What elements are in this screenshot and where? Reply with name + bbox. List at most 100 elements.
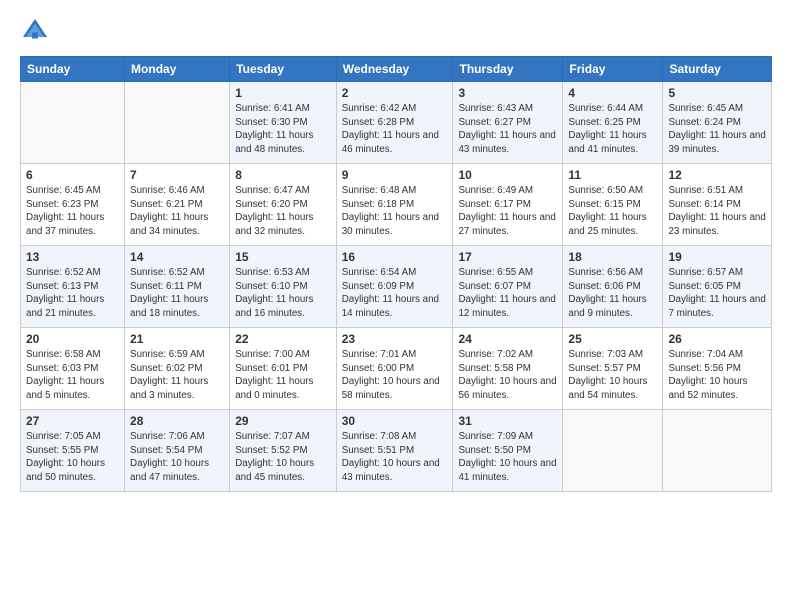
day-info: Sunrise: 6:59 AM Sunset: 6:02 PM Dayligh…	[130, 348, 224, 403]
logo	[20, 16, 54, 46]
day-info: Sunrise: 6:52 AM Sunset: 6:11 PM Dayligh…	[130, 266, 224, 321]
day-number: 8	[235, 168, 331, 182]
day-number: 23	[342, 332, 448, 346]
calendar-cell: 28 Sunrise: 7:06 AM Sunset: 5:54 PM Dayli…	[125, 410, 230, 492]
weekday-header-tuesday: Tuesday	[230, 57, 337, 82]
calendar-cell: 30 Sunrise: 7:08 AM Sunset: 5:51 PM Dayli…	[336, 410, 453, 492]
day-number: 22	[235, 332, 331, 346]
calendar-cell: 31 Sunrise: 7:09 AM Sunset: 5:50 PM Dayli…	[453, 410, 563, 492]
day-info: Sunrise: 6:44 AM Sunset: 6:25 PM Dayligh…	[568, 102, 657, 157]
day-info: Sunrise: 7:09 AM Sunset: 5:50 PM Dayligh…	[458, 430, 557, 485]
day-number: 13	[26, 250, 119, 264]
weekday-header-thursday: Thursday	[453, 57, 563, 82]
day-info: Sunrise: 6:49 AM Sunset: 6:17 PM Dayligh…	[458, 184, 557, 239]
day-number: 29	[235, 414, 331, 428]
calendar-cell	[663, 410, 772, 492]
calendar-cell	[21, 82, 125, 164]
calendar-cell: 11Sunrise: 6:50 AM Sunset: 6:15 PM Dayli…	[563, 164, 663, 246]
calendar-cell	[125, 82, 230, 164]
header-row: SundayMondayTuesdayWednesdayThursdayFrid…	[21, 57, 772, 82]
calendar-cell: 5 Sunrise: 6:45 AM Sunset: 6:24 PM Daylig…	[663, 82, 772, 164]
weekday-header-sunday: Sunday	[21, 57, 125, 82]
day-number: 18	[568, 250, 657, 264]
day-number: 11	[568, 168, 657, 182]
day-number: 19	[668, 250, 766, 264]
day-info: Sunrise: 6:57 AM Sunset: 6:05 PM Dayligh…	[668, 266, 766, 321]
day-number: 16	[342, 250, 448, 264]
calendar-cell: 24 Sunrise: 7:02 AM Sunset: 5:58 PM Dayli…	[453, 328, 563, 410]
day-info: Sunrise: 6:51 AM Sunset: 6:14 PM Dayligh…	[668, 184, 766, 239]
weekday-header-friday: Friday	[563, 57, 663, 82]
week-row-1: 1Sunrise: 6:41 AM Sunset: 6:30 PM Daylig…	[21, 82, 772, 164]
day-info: Sunrise: 6:52 AM Sunset: 6:13 PM Dayligh…	[26, 266, 119, 321]
calendar-cell	[563, 410, 663, 492]
day-info: Sunrise: 7:04 AM Sunset: 5:56 PM Dayligh…	[668, 348, 766, 403]
day-number: 9	[342, 168, 448, 182]
day-number: 3	[458, 86, 557, 100]
week-row-4: 20 Sunrise: 6:58 AM Sunset: 6:03 PM Dayli…	[21, 328, 772, 410]
day-info: Sunrise: 6:55 AM Sunset: 6:07 PM Dayligh…	[458, 266, 557, 321]
calendar-cell: 27 Sunrise: 7:05 AM Sunset: 5:55 PM Dayli…	[21, 410, 125, 492]
calendar-cell: 3 Sunrise: 6:43 AM Sunset: 6:27 PM Daylig…	[453, 82, 563, 164]
calendar-cell: 23 Sunrise: 7:01 AM Sunset: 6:00 PM Dayli…	[336, 328, 453, 410]
day-number: 10	[458, 168, 557, 182]
weekday-header-wednesday: Wednesday	[336, 57, 453, 82]
day-number: 4	[568, 86, 657, 100]
calendar-cell: 18Sunrise: 6:56 AM Sunset: 6:06 PM Dayli…	[563, 246, 663, 328]
day-info: Sunrise: 6:47 AM Sunset: 6:20 PM Dayligh…	[235, 184, 331, 239]
calendar-cell: 26 Sunrise: 7:04 AM Sunset: 5:56 PM Dayli…	[663, 328, 772, 410]
week-row-2: 6Sunrise: 6:45 AM Sunset: 6:23 PM Daylig…	[21, 164, 772, 246]
day-info: Sunrise: 7:01 AM Sunset: 6:00 PM Dayligh…	[342, 348, 448, 403]
header	[20, 16, 772, 46]
calendar-cell: 2Sunrise: 6:42 AM Sunset: 6:28 PM Daylig…	[336, 82, 453, 164]
week-row-5: 27 Sunrise: 7:05 AM Sunset: 5:55 PM Dayli…	[21, 410, 772, 492]
calendar-cell: 9Sunrise: 6:48 AM Sunset: 6:18 PM Daylig…	[336, 164, 453, 246]
calendar-cell: 16 Sunrise: 6:54 AM Sunset: 6:09 PM Dayli…	[336, 246, 453, 328]
day-info: Sunrise: 7:08 AM Sunset: 5:51 PM Dayligh…	[342, 430, 448, 485]
day-number: 25	[568, 332, 657, 346]
calendar-cell: 20 Sunrise: 6:58 AM Sunset: 6:03 PM Dayli…	[21, 328, 125, 410]
day-number: 1	[235, 86, 331, 100]
weekday-header-saturday: Saturday	[663, 57, 772, 82]
day-number: 24	[458, 332, 557, 346]
day-info: Sunrise: 6:43 AM Sunset: 6:27 PM Dayligh…	[458, 102, 557, 157]
calendar-cell: 12 Sunrise: 6:51 AM Sunset: 6:14 PM Dayli…	[663, 164, 772, 246]
day-number: 2	[342, 86, 448, 100]
day-number: 12	[668, 168, 766, 182]
day-number: 20	[26, 332, 119, 346]
calendar-cell: 22Sunrise: 7:00 AM Sunset: 6:01 PM Dayli…	[230, 328, 337, 410]
calendar-cell: 10 Sunrise: 6:49 AM Sunset: 6:17 PM Dayli…	[453, 164, 563, 246]
day-info: Sunrise: 6:45 AM Sunset: 6:23 PM Dayligh…	[26, 184, 119, 239]
day-info: Sunrise: 6:53 AM Sunset: 6:10 PM Dayligh…	[235, 266, 331, 321]
day-number: 28	[130, 414, 224, 428]
day-number: 27	[26, 414, 119, 428]
day-info: Sunrise: 6:58 AM Sunset: 6:03 PM Dayligh…	[26, 348, 119, 403]
week-row-3: 13 Sunrise: 6:52 AM Sunset: 6:13 PM Dayli…	[21, 246, 772, 328]
day-info: Sunrise: 6:45 AM Sunset: 6:24 PM Dayligh…	[668, 102, 766, 157]
calendar-cell: 8 Sunrise: 6:47 AM Sunset: 6:20 PM Daylig…	[230, 164, 337, 246]
day-number: 30	[342, 414, 448, 428]
logo-icon	[20, 16, 50, 46]
day-info: Sunrise: 6:46 AM Sunset: 6:21 PM Dayligh…	[130, 184, 224, 239]
calendar-cell: 21 Sunrise: 6:59 AM Sunset: 6:02 PM Dayli…	[125, 328, 230, 410]
day-info: Sunrise: 7:07 AM Sunset: 5:52 PM Dayligh…	[235, 430, 331, 485]
day-info: Sunrise: 7:05 AM Sunset: 5:55 PM Dayligh…	[26, 430, 119, 485]
calendar-cell: 1Sunrise: 6:41 AM Sunset: 6:30 PM Daylig…	[230, 82, 337, 164]
calendar-cell: 14Sunrise: 6:52 AM Sunset: 6:11 PM Dayli…	[125, 246, 230, 328]
day-number: 31	[458, 414, 557, 428]
calendar-cell: 4 Sunrise: 6:44 AM Sunset: 6:25 PM Daylig…	[563, 82, 663, 164]
day-number: 17	[458, 250, 557, 264]
calendar-cell: 6Sunrise: 6:45 AM Sunset: 6:23 PM Daylig…	[21, 164, 125, 246]
calendar-cell: 17 Sunrise: 6:55 AM Sunset: 6:07 PM Dayli…	[453, 246, 563, 328]
day-number: 21	[130, 332, 224, 346]
day-number: 5	[668, 86, 766, 100]
day-number: 26	[668, 332, 766, 346]
day-info: Sunrise: 7:03 AM Sunset: 5:57 PM Dayligh…	[568, 348, 657, 403]
day-info: Sunrise: 7:02 AM Sunset: 5:58 PM Dayligh…	[458, 348, 557, 403]
weekday-header-monday: Monday	[125, 57, 230, 82]
day-info: Sunrise: 7:06 AM Sunset: 5:54 PM Dayligh…	[130, 430, 224, 485]
calendar-cell: 29 Sunrise: 7:07 AM Sunset: 5:52 PM Dayli…	[230, 410, 337, 492]
calendar-cell: 25 Sunrise: 7:03 AM Sunset: 5:57 PM Dayli…	[563, 328, 663, 410]
page: SundayMondayTuesdayWednesdayThursdayFrid…	[0, 0, 792, 512]
day-info: Sunrise: 6:54 AM Sunset: 6:09 PM Dayligh…	[342, 266, 448, 321]
